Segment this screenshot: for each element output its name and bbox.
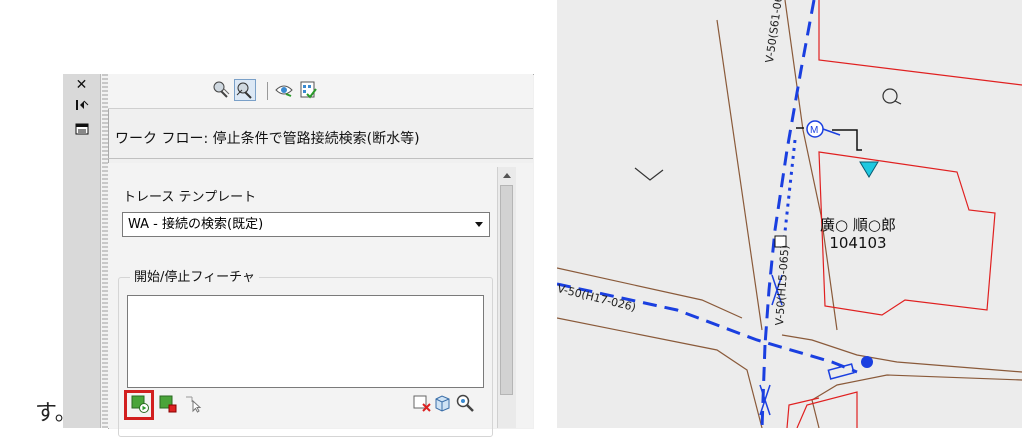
start-button-highlight: [124, 390, 154, 420]
pick-cursor-icon[interactable]: [184, 393, 204, 413]
checklist-icon[interactable]: [298, 80, 318, 100]
start-stop-group-label: 開始/停止フィーチャ: [130, 266, 259, 285]
trace-icon[interactable]: [212, 80, 232, 100]
close-icon[interactable]: ✕: [63, 76, 100, 94]
cube-icon[interactable]: [432, 393, 452, 413]
trace-template-select[interactable]: WA - 接続の検索(既定): [122, 212, 490, 237]
trace-template-value: WA - 接続の検索(既定): [128, 217, 264, 232]
start-stop-feature-list[interactable]: [127, 295, 484, 388]
vertical-scrollbar[interactable]: [497, 167, 516, 428]
scroll-thumb[interactable]: [500, 185, 513, 395]
palette-toolbar: [108, 74, 533, 109]
workflow-title: ワーク フロー: 停止条件で管路接続検索(断水等): [115, 131, 420, 147]
map-canvas: M: [557, 0, 1022, 428]
meter-glyph: M: [810, 125, 818, 136]
parcel-owner-label: 廣○ 順○郎 104103: [820, 216, 896, 252]
properties-icon[interactable]: [63, 120, 100, 138]
map-view[interactable]: M V-50(S61-06 V-50(H15-065) V-50(H17-026…: [557, 0, 1022, 428]
owner-number: 104103: [829, 234, 887, 252]
add-stop-feature-icon[interactable]: [157, 393, 177, 413]
trace-template-label: トレース テンプレート: [123, 190, 257, 205]
zoom-icon[interactable]: [455, 393, 475, 413]
palette-title-strip: ✕: [63, 74, 101, 428]
eye-icon[interactable]: [274, 80, 294, 100]
scroll-up-icon[interactable]: [503, 173, 511, 178]
toolbar-separator: [267, 82, 268, 100]
auto-hide-icon[interactable]: [63, 96, 100, 114]
title-divider: [108, 158, 533, 159]
remove-icon[interactable]: [412, 393, 432, 413]
trace-selected-icon[interactable]: [235, 80, 255, 100]
chevron-down-icon[interactable]: [475, 222, 483, 227]
owner-name: 廣○ 順○郎: [820, 216, 896, 234]
